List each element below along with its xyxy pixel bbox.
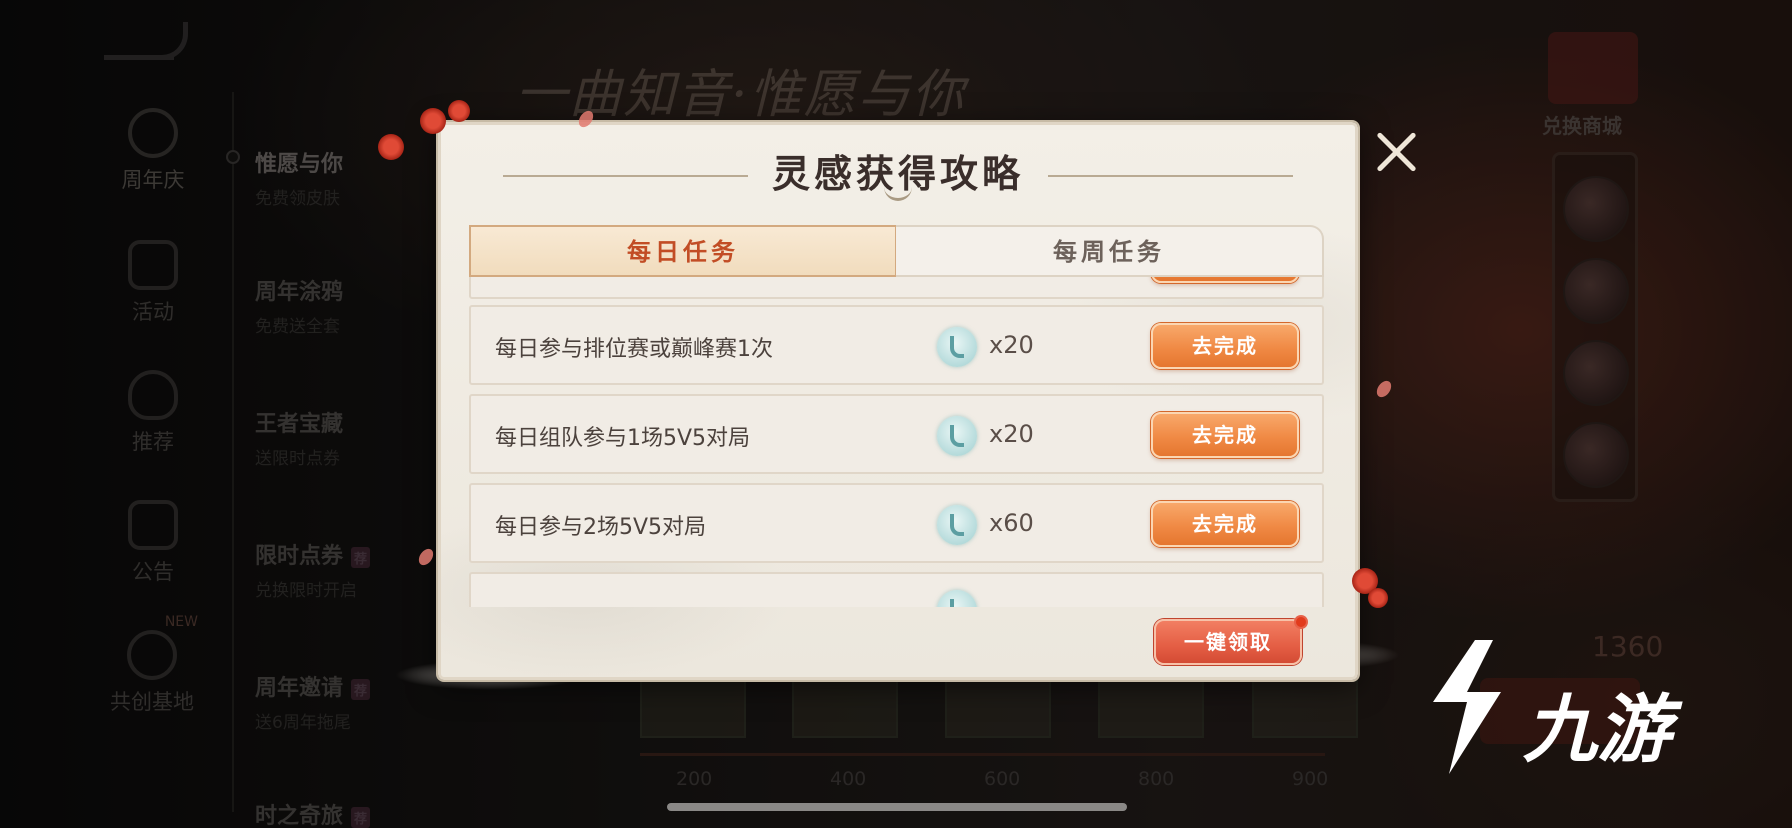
task-name: 每日组队参与1场5V5对局 [495,426,751,451]
task-list[interactable]: 每日参与排位赛或巅峰赛1次 x20 去完成 每日组队参与1场5V5对局 x20 … [469,277,1324,607]
go-complete-button[interactable]: 去完成 [1151,501,1299,547]
task-row: 每日组队参与1场5V5对局 x20 去完成 [469,394,1324,474]
close-icon[interactable] [1372,128,1420,176]
inspiration-icon [937,505,977,545]
plum-blossom-decoration [448,100,470,122]
task-name: 每日参与排位赛或巅峰赛1次 [495,337,773,362]
claim-all-button[interactable]: 一键领取 [1154,619,1302,665]
inspiration-icon [937,327,977,367]
task-tabs: 每日任务 每周任务 [469,225,1324,277]
inspiration-guide-dialog: 灵感获得攻略 每日任务 每周任务 每日参与排位赛或巅峰赛1次 x20 去完成 每… [438,122,1358,680]
inspiration-icon [937,590,977,607]
go-complete-button[interactable]: 去完成 [1151,412,1299,458]
jiuyou-logo-icon [1433,640,1501,774]
home-indicator[interactable] [667,803,1127,811]
tab-weekly-tasks[interactable]: 每周任务 [896,225,1324,277]
title-divider [1048,175,1293,177]
task-name: 每日参与2场5V5对局 [495,515,707,540]
plum-blossom-decoration [420,108,446,134]
reward-amount: x20 [989,420,1034,448]
watermark-text: 九游 [1523,687,1671,773]
task-row: 每日参与排位赛或巅峰赛1次 x20 去完成 [469,305,1324,385]
title-divider [503,175,748,177]
tab-daily-tasks[interactable]: 每日任务 [469,225,897,277]
go-complete-button[interactable]: 去完成 [1151,323,1299,369]
task-row: 每日参与2场5V5对局 x60 去完成 [469,483,1324,563]
plum-blossom-decoration [378,134,404,160]
task-row-partial [469,277,1324,299]
plum-blossom-decoration [1368,588,1388,608]
task-row-partial [469,572,1324,607]
inspiration-icon [937,416,977,456]
go-complete-button[interactable] [1151,277,1299,283]
reward-amount: x60 [989,509,1034,537]
reward-amount: x20 [989,331,1034,359]
notification-dot [1294,615,1308,629]
